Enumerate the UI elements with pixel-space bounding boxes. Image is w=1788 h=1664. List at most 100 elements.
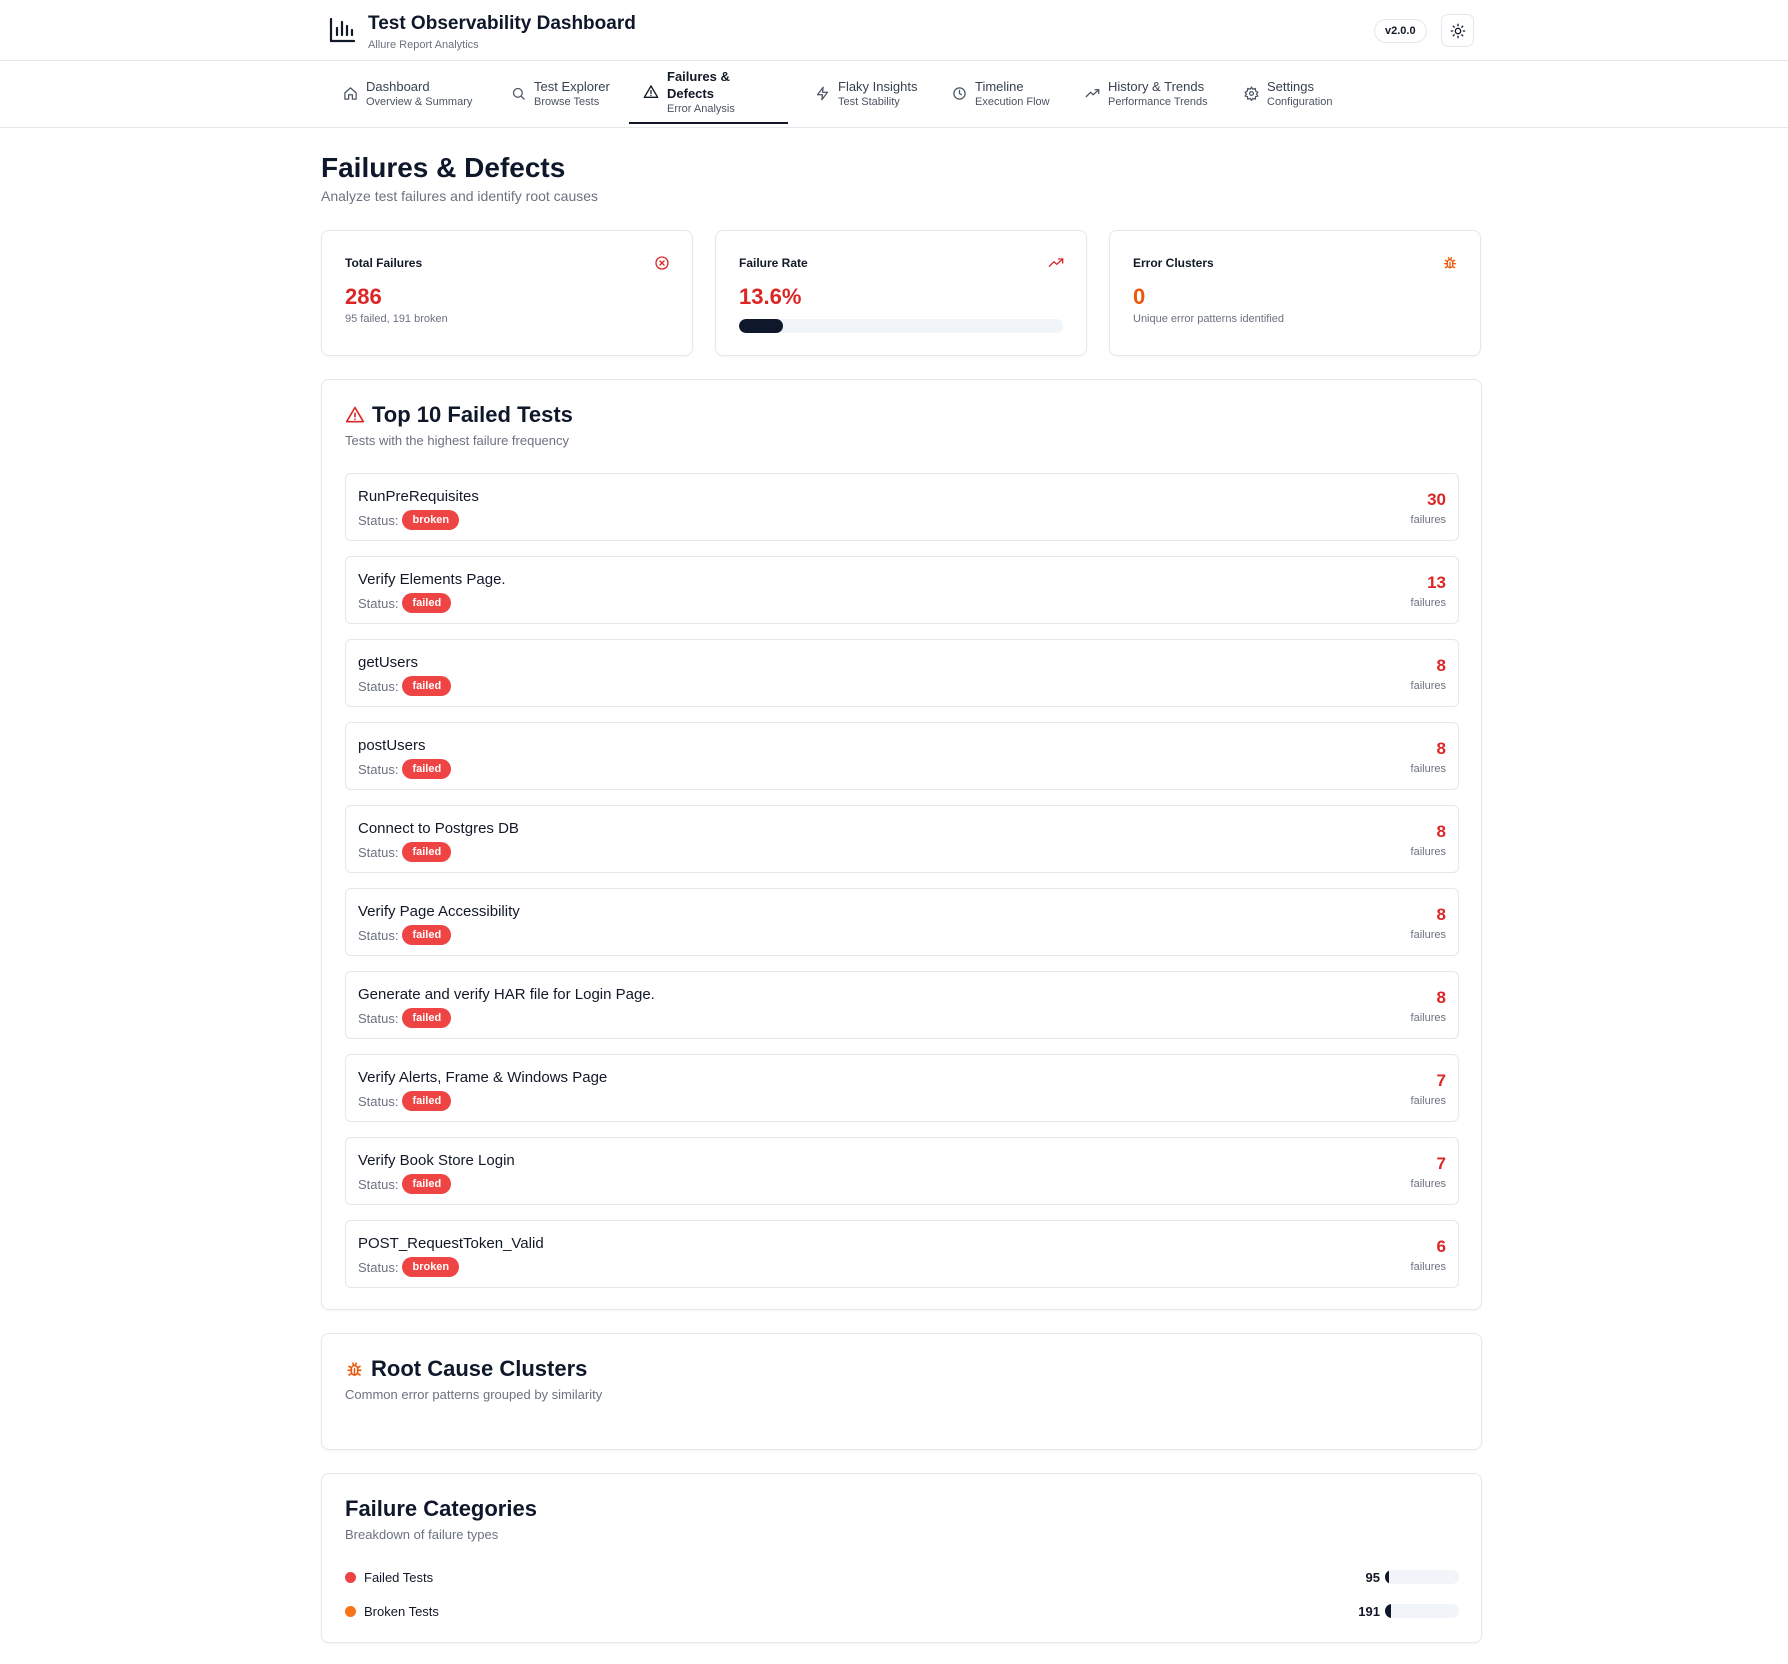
status-dot (345, 1571, 356, 1583)
status-badge: broken (402, 1257, 460, 1277)
error-clusters-card: Error Clusters 0 Unique error patterns i… (1109, 230, 1481, 356)
failure-unit: failures (1410, 514, 1446, 526)
app-title: Test Observability Dashboard (368, 13, 636, 34)
tab-settings[interactable]: Settings Configuration (1229, 62, 1346, 124)
failure-rate-progress (739, 319, 1063, 333)
status-row: Status: failed (358, 1008, 452, 1028)
brand[interactable]: Test Observability Dashboard Allure Repo… (328, 12, 636, 52)
alert-triangle-icon (345, 406, 365, 423)
status-badge: broken (402, 510, 460, 530)
app-subtitle: Allure Report Analytics (368, 39, 479, 51)
test-name: POST_RequestToken_Valid (358, 1235, 544, 1252)
failure-count: 7 (1436, 1071, 1446, 1090)
list-item[interactable]: Generate and verify HAR file for Login P… (345, 971, 1459, 1039)
failure-unit: failures (1410, 1261, 1446, 1273)
stat-detail: 95 failed, 191 broken (345, 313, 448, 325)
status-label: Status: (358, 761, 399, 777)
category-count: 191 (1358, 1603, 1380, 1619)
gear-icon (1243, 85, 1259, 101)
status-dot (345, 1605, 356, 1617)
status-row: Status: failed (358, 925, 452, 945)
status-label: Status: (358, 1093, 399, 1109)
tab-history-trends[interactable]: History & Trends Performance Trends (1070, 62, 1222, 124)
test-name: Verify Alerts, Frame & Windows Page (358, 1069, 608, 1086)
home-icon (342, 85, 358, 101)
status-label: Status: (358, 844, 399, 860)
list-item[interactable]: Verify Book Store Login Status: failed 7 … (345, 1137, 1459, 1205)
status-badge: failed (402, 593, 452, 613)
failure-rate-card: Failure Rate 13.6% (715, 230, 1087, 356)
list-item[interactable]: getUsers Status: failed 8 failures (345, 639, 1459, 707)
list-item[interactable]: postUsers Status: failed 8 failures (345, 722, 1459, 790)
list-item[interactable]: Connect to Postgres DB Status: failed 8 f… (345, 805, 1459, 873)
main-nav: Dashboard Overview & Summary Test Explore… (0, 62, 1788, 128)
version-badge: v2.0.0 (1374, 19, 1427, 43)
failure-count: 7 (1436, 1154, 1446, 1173)
category-bar-fill (1385, 1604, 1391, 1618)
theme-toggle-button[interactable] (1441, 14, 1474, 47)
x-circle-icon (655, 256, 669, 270)
status-label: Status: (358, 1259, 399, 1275)
test-name: Connect to Postgres DB (358, 820, 519, 837)
status-row: Status: failed (358, 1091, 452, 1111)
test-name: Verify Page Accessibility (358, 903, 520, 920)
tab-label: History & Trends (1108, 78, 1205, 94)
top-bar: Test Observability Dashboard Allure Repo… (0, 0, 1788, 61)
progress-fill (739, 319, 784, 333)
list-item[interactable]: POST_RequestToken_Valid Status: broken 6 … (345, 1220, 1459, 1288)
tab-label: Dashboard (366, 78, 430, 94)
stat-detail: Unique error patterns identified (1133, 313, 1285, 325)
failure-unit: failures (1410, 680, 1446, 692)
category-label: Broken Tests (364, 1603, 439, 1619)
zap-icon (814, 85, 830, 101)
tab-test-explorer[interactable]: Test Explorer Browse Tests (496, 62, 624, 124)
category-bar (1385, 1570, 1459, 1584)
tab-sublabel: Browse Tests (534, 95, 600, 108)
bug-icon (1444, 257, 1456, 269)
test-name: getUsers (358, 654, 419, 671)
section-title-text: Root Cause Clusters (371, 1356, 588, 1381)
tab-sublabel: Performance Trends (1108, 95, 1208, 108)
status-badge: failed (402, 1174, 452, 1194)
list-item[interactable]: RunPreRequisites Status: broken 30 failur… (345, 473, 1459, 541)
status-badge: failed (402, 1091, 452, 1111)
tab-sublabel: Error Analysis (667, 103, 735, 115)
section-subtitle: Breakdown of failure types (345, 1527, 499, 1542)
tab-flaky-insights[interactable]: Flaky Insights Test Stability (800, 62, 931, 124)
tab-label: Timeline (975, 78, 1024, 94)
tab-dashboard[interactable]: Dashboard Overview & Summary (328, 62, 486, 124)
list-item[interactable]: Verify Page Accessibility Status: failed … (345, 888, 1459, 956)
status-label: Status: (358, 512, 399, 528)
bug-icon (347, 1361, 362, 1376)
category-row-broken: Broken Tests 191 (345, 1600, 1459, 1622)
search-icon (510, 85, 526, 101)
failure-unit: failures (1410, 597, 1446, 609)
status-badge: failed (402, 676, 452, 696)
failure-unit: failures (1410, 1012, 1446, 1024)
section-title: Root Cause Clusters (345, 1356, 587, 1382)
failure-unit: failures (1410, 1178, 1446, 1190)
failure-count: 8 (1436, 739, 1446, 758)
list-item[interactable]: Verify Alerts, Frame & Windows Page Stat… (345, 1054, 1459, 1122)
status-row: Status: failed (358, 1174, 452, 1194)
status-row: Status: failed (358, 759, 452, 779)
list-item[interactable]: Verify Elements Page. Status: failed 13 f… (345, 556, 1459, 624)
failure-count: 6 (1436, 1237, 1446, 1256)
tab-timeline[interactable]: Timeline Execution Flow (937, 62, 1064, 124)
status-badge: failed (402, 842, 452, 862)
page-title: Failures & Defects (321, 152, 566, 183)
section-title: Failure Categories (345, 1496, 537, 1521)
failure-categories-card: Failure Categories Breakdown of failure … (321, 1473, 1482, 1643)
alert-triangle-icon (643, 84, 659, 100)
tab-sublabel: Execution Flow (975, 95, 1050, 108)
status-row: Status: failed (358, 842, 452, 862)
page-subtitle: Analyze test failures and identify root … (321, 188, 599, 204)
tab-sublabel: Test Stability (838, 95, 900, 108)
stat-value: 13.6% (739, 284, 802, 309)
category-bar-fill (1385, 1570, 1389, 1584)
total-failures-card: Total Failures 286 95 failed, 191 broken (321, 230, 693, 356)
tab-failures-defects[interactable]: Failures & Defects Error Analysis (629, 62, 788, 124)
status-label: Status: (358, 678, 399, 694)
category-label: Failed Tests (364, 1569, 434, 1585)
failure-count: 8 (1436, 988, 1446, 1007)
